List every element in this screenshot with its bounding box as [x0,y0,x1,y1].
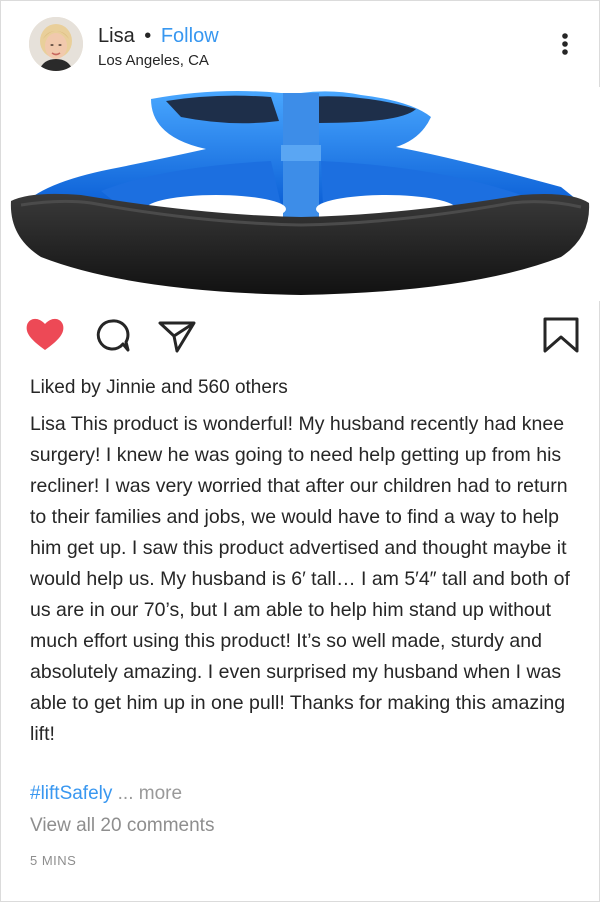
likes-others-link[interactable]: 560 others [198,377,288,398]
follow-button[interactable]: Follow [161,25,219,47]
user-line: Lisa • Follow [98,23,219,49]
hashtag-line: #liftSafely ... more [30,781,182,807]
likes-summary: Liked by Jinnie and 560 others [30,376,288,400]
heart-filled-icon[interactable] [25,315,65,355]
username[interactable]: Lisa [98,25,135,47]
avatar[interactable] [29,17,83,71]
likes-connector: and [161,377,193,398]
action-bar [1,311,599,361]
post-header: Lisa • Follow Los Angeles, CA [1,1,599,87]
post-image[interactable] [1,87,600,301]
bookmark-icon[interactable] [541,315,581,355]
separator-dot: • [144,25,152,47]
post-timestamp: 5 MINS [30,853,77,868]
caption-more-link[interactable]: ... more [118,783,182,804]
location-label[interactable]: Los Angeles, CA [98,52,209,69]
avatar-photo [29,17,83,71]
liked-by-user[interactable]: Jinnie [106,377,156,398]
caption-username[interactable]: Lisa [30,413,66,435]
caption-text: This product is wonderful! My husband re… [30,413,570,745]
comment-bubble-icon[interactable] [92,315,132,355]
walker-base-product-image [10,91,590,295]
view-comments-link[interactable]: View all 20 comments [30,815,214,837]
likes-prefix: Liked by [30,377,101,398]
instagram-post: Lisa • Follow Los Angeles, CA Liked by J… [0,0,600,902]
paper-plane-icon[interactable] [157,315,197,355]
more-options-icon[interactable] [553,31,577,59]
caption: Lisa This product is wonderful! My husba… [30,409,582,750]
hashtag-link[interactable]: #liftSafely [30,783,112,804]
